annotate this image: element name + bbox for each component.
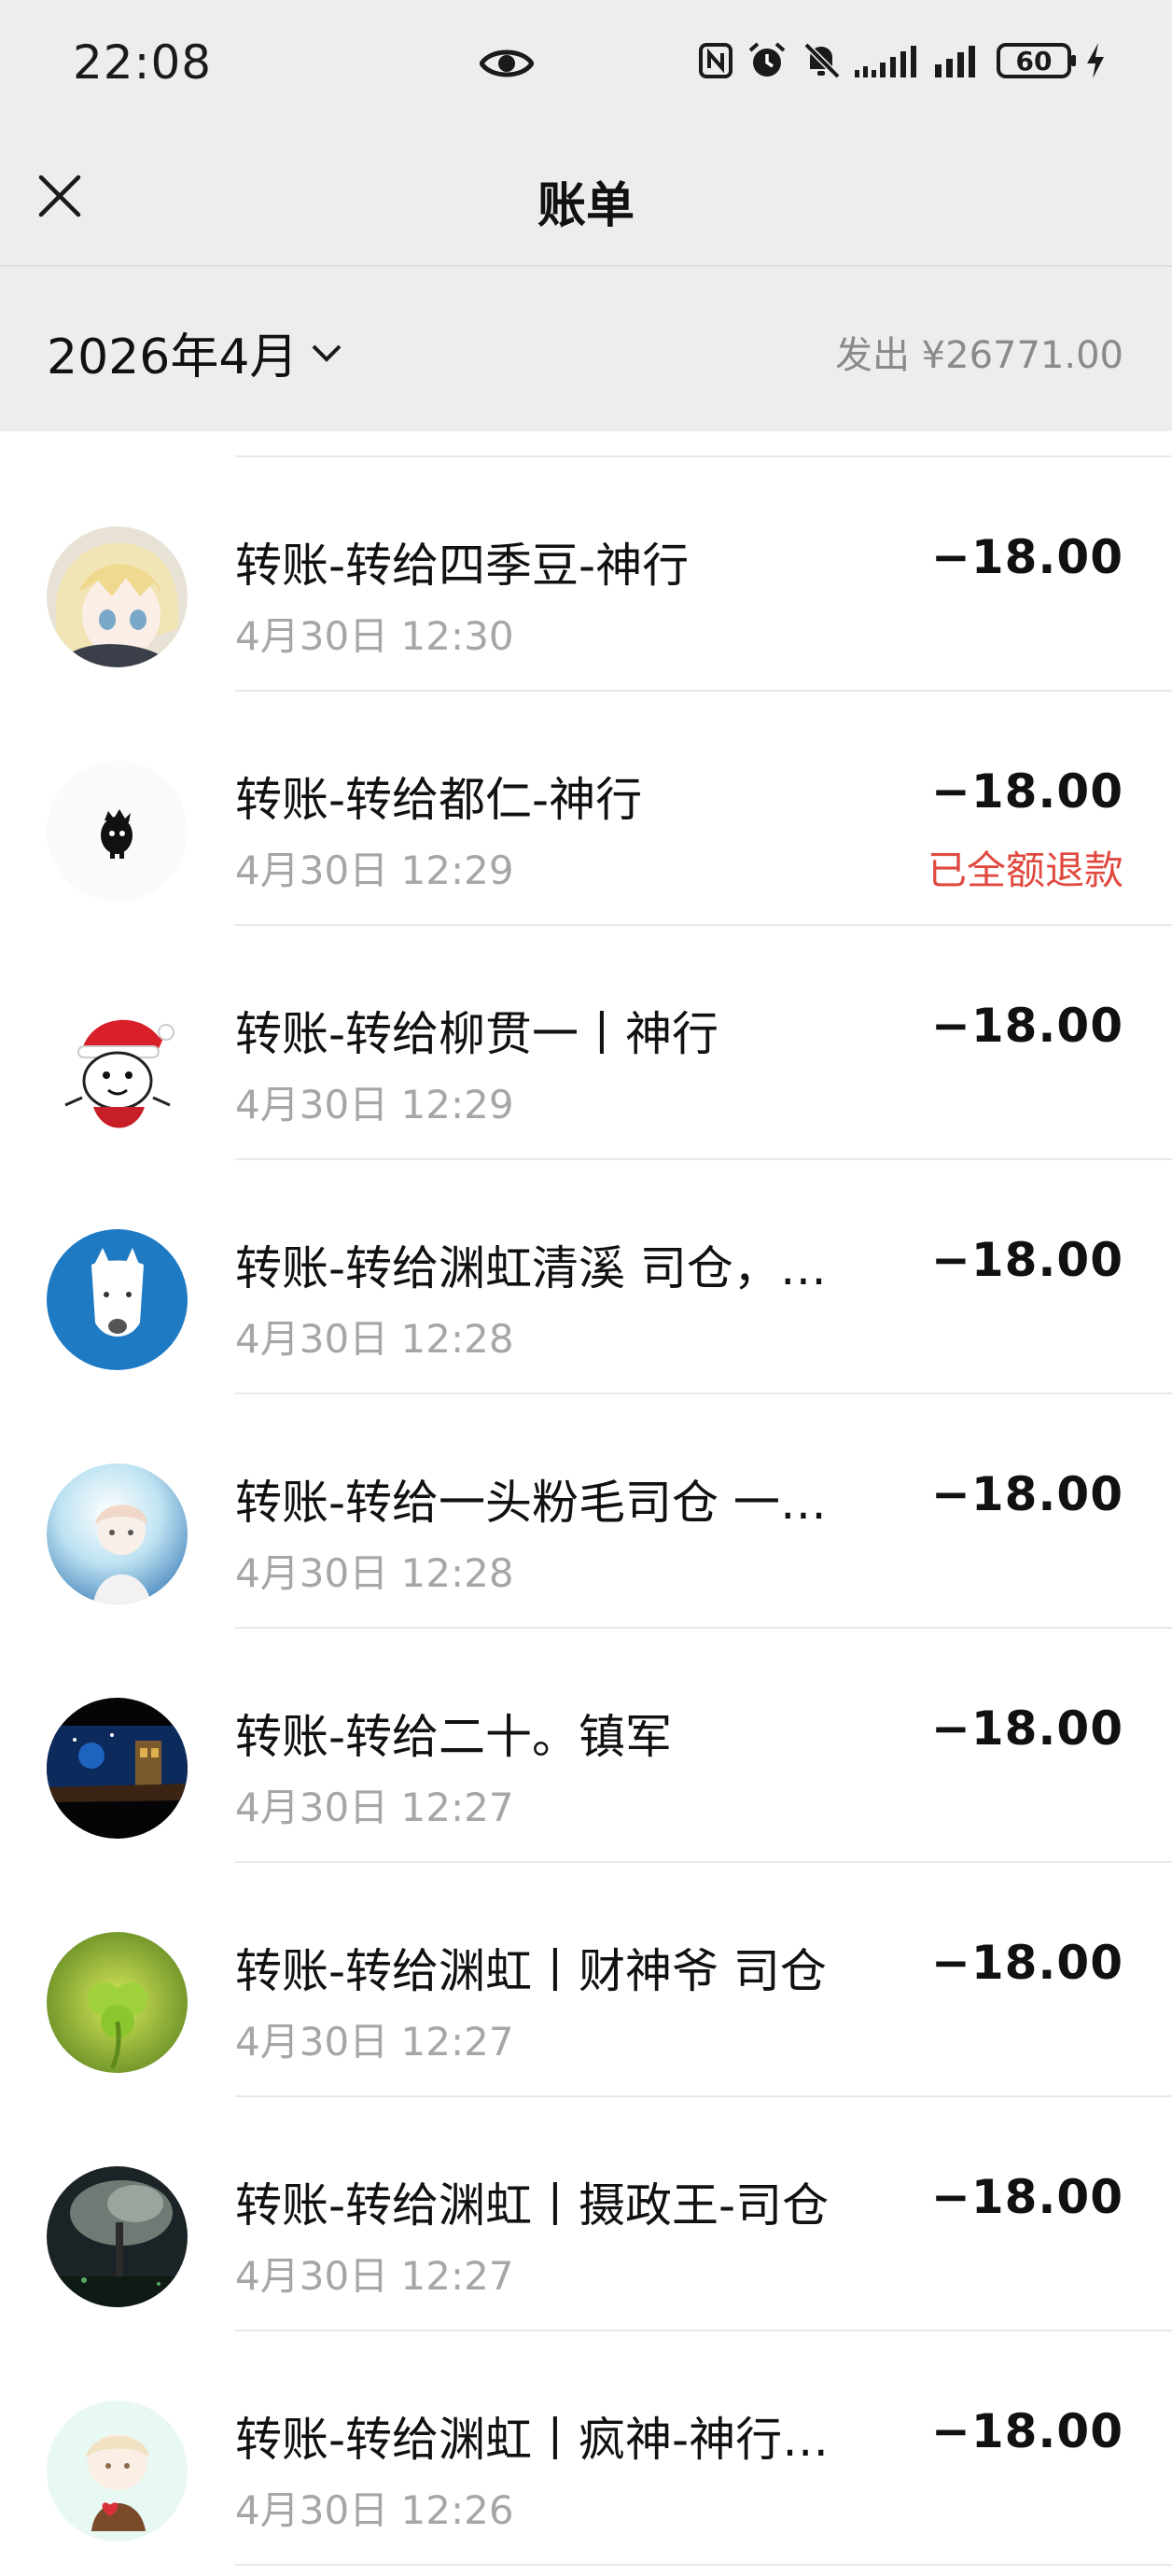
transaction-time: 4月30日 12:28 [235, 1316, 514, 1362]
avatar [47, 761, 188, 902]
avatar [47, 1229, 188, 1370]
transaction-time: 4月30日 12:30 [235, 613, 514, 659]
transaction-amount: −18.00 [930, 2170, 1123, 2224]
transaction-list: 转账-转给四季豆-神行 4月30日 12:30 −18.00 转账-转给都仁-神… [0, 431, 1172, 2566]
list-item[interactable]: 转账-转给渊虹丨疯神-神行… 4月30日 12:26 −18.00 [0, 2331, 1172, 2566]
transaction-title: 转账-转给一头粉毛司仓 一… [235, 1476, 827, 1530]
transaction-time: 4月30日 12:26 [235, 2487, 514, 2533]
page-title: 账单 [537, 178, 635, 234]
transaction-amount: −18.00 [930, 1233, 1123, 1287]
avatar [47, 1698, 188, 1839]
list-item[interactable]: 转账-转给二十。镇军 4月30日 12:27 −18.00 [0, 1629, 1172, 1863]
list-item[interactable]: 转账-转给渊虹丨摄政王-司仓 4月30日 12:27 −18.00 [0, 2097, 1172, 2331]
transaction-amount: −18.00 [930, 999, 1123, 1053]
list-item[interactable]: 转账-转给都仁-神行 4月30日 12:29 −18.00 已全额退款 [0, 692, 1172, 926]
transaction-title: 转账-转给渊虹清溪 司仓，… [235, 1241, 827, 1295]
refund-status: 已全额退款 [927, 847, 1123, 893]
transaction-amount: −18.00 [930, 1936, 1123, 1990]
list-item[interactable]: 转账-转给一头粉毛司仓 一… 4月30日 12:28 −18.00 [0, 1394, 1172, 1629]
avatar [47, 995, 188, 1136]
status-time: 22:08 [73, 35, 213, 90]
signal-icon-2 [935, 46, 975, 77]
list-item[interactable]: 转账-转给渊虹清溪 司仓，… 4月30日 12:28 −18.00 [0, 1160, 1172, 1394]
transaction-time: 4月30日 12:29 [235, 847, 514, 893]
transaction-amount: −18.00 [930, 1701, 1123, 1756]
alarm-icon [748, 42, 786, 77]
transaction-amount: −18.00 [930, 530, 1123, 584]
signal-icon-1 [855, 46, 916, 77]
list-item[interactable]: 转账-转给四季豆-神行 4月30日 12:30 −18.00 [0, 457, 1172, 692]
list-item[interactable]: 转账-转给柳贯一丨神行 4月30日 12:29 −18.00 [0, 926, 1172, 1160]
transaction-amount: −18.00 [930, 2404, 1123, 2458]
avatar [47, 526, 188, 667]
nfc-icon [699, 43, 732, 78]
month-label: 2026年4月 [47, 329, 299, 385]
mute-bell-icon [803, 42, 841, 79]
avatar [47, 1932, 188, 2073]
battery-icon: 60 [997, 43, 1076, 78]
transaction-time: 4月30日 12:27 [235, 1785, 514, 1830]
status-icons: 60 [698, 41, 1107, 80]
total-spent: 发出 ¥26771.00 [834, 334, 1123, 377]
list-item[interactable]: 转账-转给渊虹丨财神爷 司仓 4月30日 12:27 −18.00 [0, 1863, 1172, 2097]
transaction-title: 转账-转给四季豆-神行 [235, 539, 690, 593]
transaction-title: 转账-转给二十。镇军 [235, 1710, 673, 1764]
eye-icon [479, 45, 535, 86]
transaction-title: 转账-转给渊虹丨摄政王-司仓 [235, 2178, 830, 2233]
avatar [47, 1463, 188, 1604]
transaction-title: 转账-转给都仁-神行 [235, 773, 643, 827]
transaction-title: 转账-转给柳贯一丨神行 [235, 1007, 719, 1061]
row-divider [235, 2564, 1172, 2566]
transaction-time: 4月30日 12:27 [235, 2019, 514, 2065]
avatar [47, 2401, 188, 2541]
charging-icon [1087, 43, 1104, 78]
transaction-time: 4月30日 12:27 [235, 2253, 514, 2299]
transaction-time: 4月30日 12:28 [235, 1550, 514, 1596]
header-divider [0, 265, 1172, 267]
transaction-time: 4月30日 12:29 [235, 1082, 514, 1127]
transaction-amount: −18.00 [930, 1467, 1123, 1521]
transaction-amount: −18.00 [930, 764, 1123, 819]
avatar [47, 2166, 188, 2307]
month-selector[interactable]: 2026年4月 [47, 317, 342, 387]
chevron-down-icon [313, 344, 342, 362]
transaction-title: 转账-转给渊虹丨疯神-神行… [235, 2413, 830, 2467]
transaction-title: 转账-转给渊虹丨财神爷 司仓 [235, 1944, 827, 1998]
